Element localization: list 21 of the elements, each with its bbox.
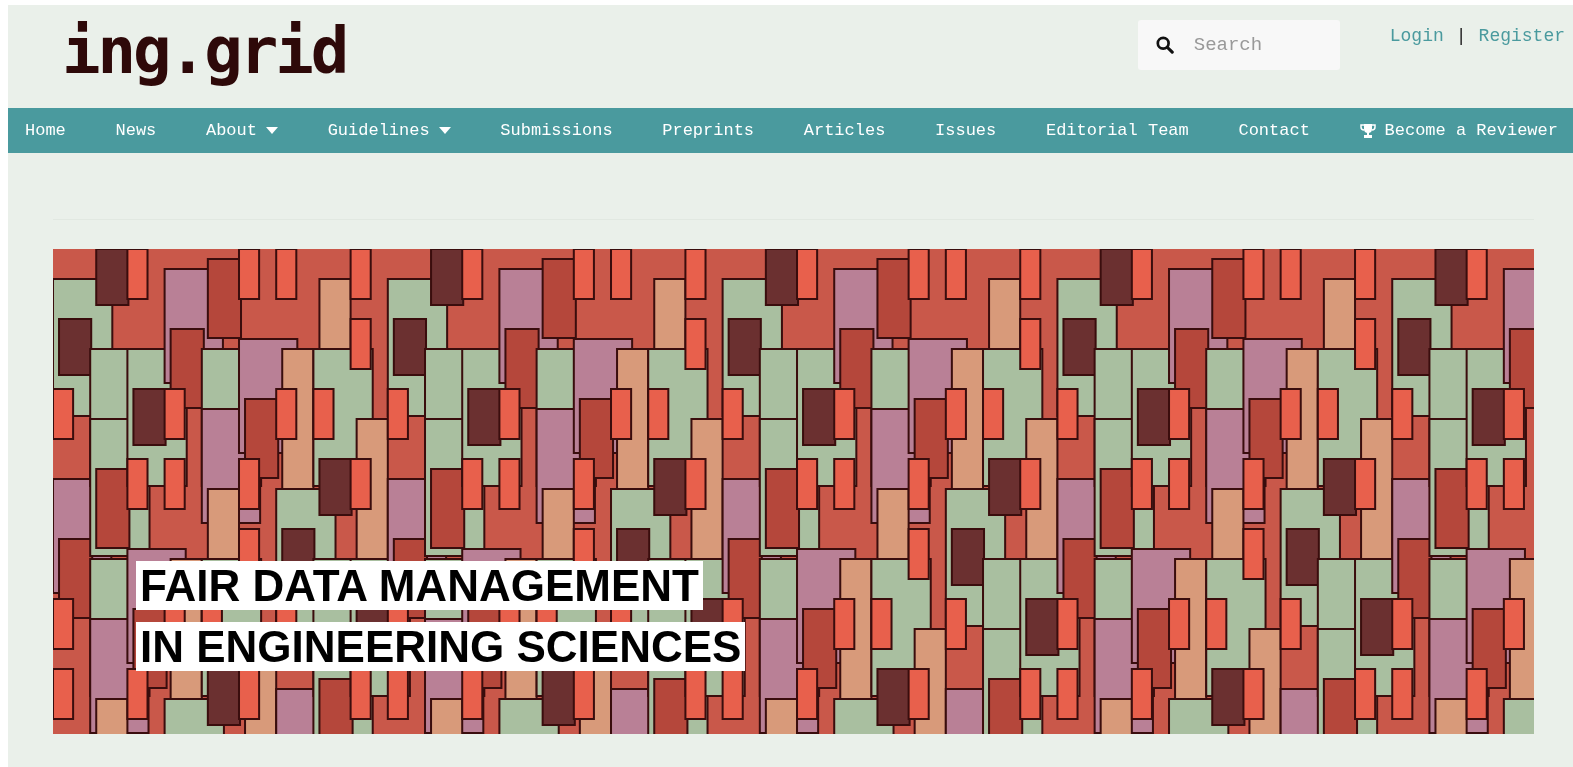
nav-link[interactable]: Articles — [803, 121, 886, 140]
banner-title: FAIR DATA MANAGEMENT — [136, 561, 703, 610]
nav-link[interactable]: About — [205, 121, 278, 140]
journal-logo[interactable]: ing.grid — [62, 15, 347, 87]
trophy-icon — [1359, 122, 1376, 139]
banner-title: IN ENGINEERING SCIENCES — [136, 622, 746, 671]
nav-link[interactable]: Submissions — [500, 121, 613, 140]
nav-link[interactable]: Issues — [935, 121, 997, 140]
search-input[interactable]: Search — [1191, 33, 1326, 57]
register-link[interactable]: Register — [1478, 26, 1565, 46]
nav-link[interactable]: News — [115, 121, 157, 140]
nav-link[interactable]: Contact — [1238, 121, 1310, 140]
search-icon — [1155, 36, 1174, 54]
nav-link[interactable]: Home — [25, 121, 66, 140]
nav-link[interactable]: Become a Reviewer — [1359, 121, 1558, 140]
nav-link[interactable]: Preprints — [662, 121, 755, 140]
search-field[interactable]: Search — [1137, 20, 1340, 70]
nav-link[interactable]: Guidelines — [327, 121, 451, 140]
nav-link[interactable]: Editorial Team — [1045, 121, 1189, 140]
separator: | — [1455, 26, 1467, 46]
login-link[interactable]: Login — [1389, 26, 1444, 46]
